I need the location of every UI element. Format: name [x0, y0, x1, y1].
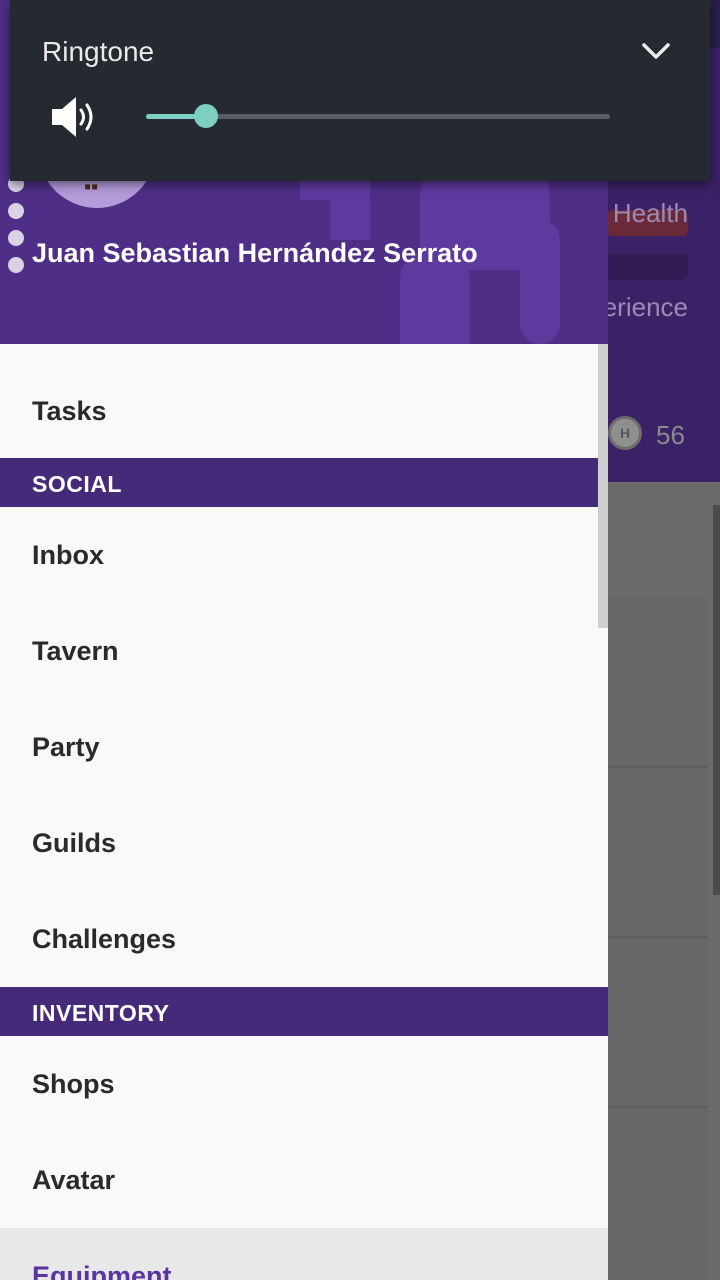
task-card: [608, 598, 708, 768]
volume-slider-thumb[interactable]: [194, 104, 219, 128]
section-header-inventory: INVENTORY: [0, 987, 608, 1036]
task-card: [608, 1108, 708, 1280]
drawer-item-equipment[interactable]: Equipment: [0, 1228, 608, 1280]
gem-count: 56: [656, 420, 685, 450]
gem-icon: H: [608, 416, 642, 450]
drawer-scrollbar[interactable]: [598, 344, 608, 628]
drawer-item-guilds[interactable]: Guilds: [0, 795, 608, 891]
chevron-down-icon[interactable]: [638, 36, 674, 66]
handle-dots: [8, 176, 24, 284]
drawer-item-challenges[interactable]: Challenges: [0, 891, 608, 987]
volume-stream-label: Ringtone: [42, 36, 155, 67]
drawer-item-shops[interactable]: Shops: [0, 1036, 608, 1132]
experience-label: erience: [602, 292, 688, 322]
experience-bar: [606, 254, 688, 280]
volume-slider[interactable]: [146, 104, 610, 128]
list-scrollbar[interactable]: [713, 505, 720, 895]
drawer-item-tavern[interactable]: Tavern: [0, 603, 608, 699]
section-header-social: SOCIAL: [0, 458, 608, 507]
drawer-menu: Tasks SOCIAL Inbox Tavern Party Guilds C…: [0, 344, 608, 1280]
volume-panel: Ringtone: [10, 0, 710, 181]
drawer-item-avatar[interactable]: Avatar: [0, 1132, 608, 1228]
header-decoration: [330, 180, 370, 240]
header-decoration: [520, 220, 560, 344]
health-label: Health: [612, 198, 688, 228]
user-name: Juan Sebastian Hernández Serrato: [32, 238, 478, 268]
drawer-item-party[interactable]: Party: [0, 699, 608, 795]
drawer-item-inbox[interactable]: Inbox: [0, 507, 608, 603]
task-card: [608, 768, 708, 938]
drawer-item-tasks[interactable]: Tasks: [0, 344, 608, 458]
speaker-volume-icon[interactable]: [50, 95, 98, 139]
navigation-drawer: ▪▪ Juan Sebastian Hernández Serrato Task…: [0, 0, 608, 1280]
task-card: [608, 938, 708, 1108]
